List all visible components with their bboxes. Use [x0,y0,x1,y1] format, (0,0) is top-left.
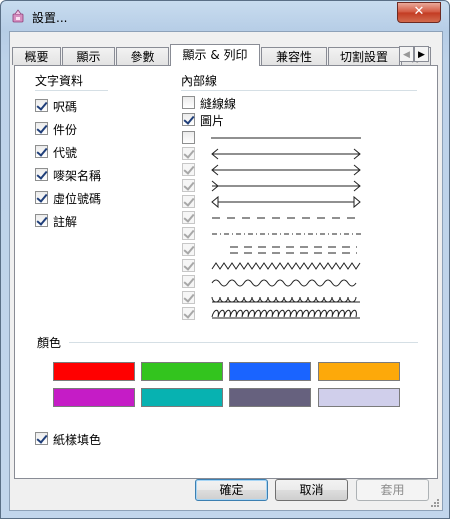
settings-dialog: 設置... ✕ 概要 顯示 參數 顯示 & 列印 兼容性 切割設置 標 ◀ ▶ … [0,0,450,519]
annotation-label: 註解 [53,215,78,229]
line-style-checkbox-8 [182,243,195,256]
tab-display-print[interactable]: 顯示 & 列印 [170,44,260,66]
size-checkbox[interactable] [35,99,48,112]
line-style-checkbox-11 [182,291,195,304]
color-swatch-8[interactable] [318,388,400,407]
code-checkbox[interactable] [35,145,48,158]
line-style-checkbox-4 [182,179,195,192]
color-swatch-2[interactable] [141,362,223,381]
dash-dot-line-icon [212,233,361,235]
double-arrow-line-icon [211,148,361,160]
ok-button[interactable]: 確定 [195,479,268,501]
line-style-checkbox-2 [182,147,195,160]
long-dash-line-icon [212,217,361,219]
code-label: 代號 [53,146,78,160]
line-style-checkbox-5 [182,195,195,208]
tab-scroll-left-icon[interactable]: ◀ [399,46,414,62]
loop-line-icon [211,309,360,319]
annotation-checkbox[interactable] [35,214,48,227]
color-swatch-4[interactable] [318,362,400,381]
solid-line-icon [211,137,361,139]
tab-display[interactable]: 顯示 [62,47,115,65]
line-style-checkbox-12 [182,307,195,320]
tab-bar: 概要 顯示 參數 顯示 & 列印 兼容性 切割設置 標 ◀ ▶ [10,44,442,66]
color-swatch-1[interactable] [53,362,135,381]
tab-overview[interactable]: 概要 [12,47,61,65]
line-style-checkbox-3 [182,163,195,176]
triangle-arrow-line-icon [211,195,361,209]
piece-qty-checkbox[interactable] [35,122,48,135]
tab-compatibility[interactable]: 兼容性 [261,47,327,65]
colors-heading: 顏色 [37,336,62,350]
scallop-line-icon [211,296,360,303]
color-swatch-3[interactable] [229,362,311,381]
paper-fill-label: 紙樣填色 [53,433,102,447]
size-label: 呎碼 [53,100,78,114]
inner-lines-divider [181,90,417,91]
line-style-checkbox-6 [182,211,195,224]
app-icon [12,9,24,23]
line-style-checkbox-7 [182,227,195,240]
line-style-checkbox-1[interactable] [182,131,195,144]
slot-number-label: 虛位號碼 [53,192,102,206]
window-title: 設置... [32,11,68,25]
picture-label: 圖片 [200,114,225,128]
tab-scroll-right-icon[interactable]: ▶ [414,46,429,62]
colors-divider [69,342,418,343]
apply-button[interactable]: 套用 [356,479,429,501]
marker-name-checkbox[interactable] [35,168,48,181]
tab-parameters[interactable]: 參數 [116,47,169,65]
picture-checkbox[interactable] [182,113,195,126]
resize-grip-icon[interactable] [428,496,440,508]
tab-cutting-settings[interactable]: 切割設置 [328,47,400,65]
line-style-checkbox-10 [182,275,195,288]
seam-line-label: 縫線線 [200,97,237,111]
cancel-button[interactable]: 取消 [275,479,348,501]
piece-qty-label: 件份 [53,123,78,137]
wave-line-icon [211,279,357,287]
color-swatch-6[interactable] [141,388,223,407]
slot-number-checkbox[interactable] [35,191,48,204]
dialog-client-area: 概要 顯示 參數 顯示 & 列印 兼容性 切割設置 標 ◀ ▶ 文字資料 呎碼 … [9,31,443,511]
color-swatch-5[interactable] [53,388,135,407]
inner-lines-heading: 內部線 [181,74,218,88]
open-arrow-line-icon [211,180,361,192]
marker-name-label: 嘜架名稱 [53,169,102,183]
double-arrow-line-icon [211,164,361,176]
display-print-panel: 文字資料 呎碼 件份 代號 嘜架名稱 虛位號碼 註解 內部線 縫線線 圖片 顏色… [14,65,438,479]
zigzag-line-icon [211,262,361,270]
text-info-heading: 文字資料 [35,74,84,88]
title-bar[interactable]: 設置... ✕ [1,1,449,31]
double-dash-line-icon [230,246,357,254]
line-style-checkbox-9 [182,259,195,272]
seam-line-checkbox[interactable] [182,96,195,109]
paper-fill-checkbox[interactable] [35,432,48,445]
close-button[interactable]: ✕ [397,2,441,23]
text-info-divider [35,90,108,91]
color-swatch-7[interactable] [229,388,311,407]
